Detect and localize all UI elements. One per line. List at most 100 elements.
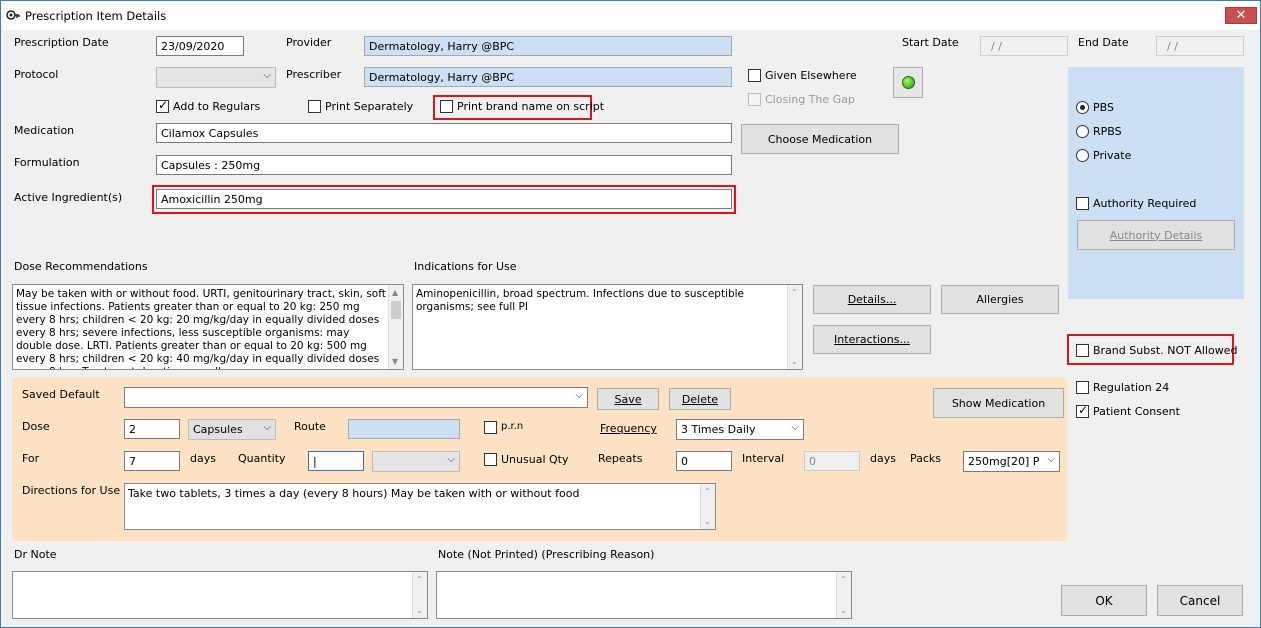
pbs-radio[interactable] <box>1076 101 1089 114</box>
authority-details-button[interactable]: Authority Details <box>1077 220 1235 250</box>
formulation-field[interactable]: Capsules : 250mg <box>156 155 732 175</box>
add-to-regulars-label: Add to Regulars <box>173 100 261 113</box>
scroll-thumb[interactable] <box>391 301 401 319</box>
note-label: Note (Not Printed) (Prescribing Reason) <box>438 548 655 561</box>
quantity-unit-dropdown[interactable]: ⌵ <box>372 451 460 472</box>
dose-field[interactable]: 2 <box>124 419 180 439</box>
quantity-field[interactable]: | <box>308 451 364 471</box>
regulation24-checkbox[interactable] <box>1076 381 1089 394</box>
details-button[interactable]: Details... <box>813 285 931 314</box>
indications-content: Aminopenicillin, broad spectrum. Infecti… <box>416 288 745 313</box>
scrollbar[interactable]: ⌃ ⌄ <box>412 572 427 618</box>
cancel-button[interactable]: Cancel <box>1157 585 1243 616</box>
print-brand-name-checkbox[interactable] <box>440 100 453 113</box>
unusual-qty-checkbox[interactable] <box>484 453 497 466</box>
rpbs-radio[interactable] <box>1076 125 1089 138</box>
chevron-down-icon: ⌵ <box>791 422 799 433</box>
protocol-dropdown[interactable]: ⌵ <box>156 67 276 88</box>
given-elsewhere-checkbox[interactable] <box>748 69 761 82</box>
window-title: Prescription Item Details <box>25 9 167 23</box>
prescriber-label: Prescriber <box>286 68 342 81</box>
interactions-button[interactable]: Interactions... <box>813 325 931 354</box>
packs-dropdown[interactable]: 250mg[20] P ⌵ <box>963 451 1060 472</box>
scroll-down-icon[interactable]: ⌄ <box>704 515 711 528</box>
closing-gap-checkbox[interactable] <box>748 93 761 106</box>
dose-label: Dose <box>22 420 50 433</box>
print-separately-label: Print Separately <box>325 100 414 113</box>
medication-label: Medication <box>14 124 75 137</box>
indications-text[interactable]: Aminopenicillin, broad spectrum. Infecti… <box>412 284 803 370</box>
dose-unit-dropdown[interactable]: Capsules ⌵ <box>188 419 276 440</box>
save-button[interactable]: Save <box>597 388 659 410</box>
repeats-field[interactable]: 0 <box>676 451 732 471</box>
private-radio[interactable] <box>1076 149 1089 162</box>
days-label: days <box>190 452 216 465</box>
prescription-date-field[interactable]: 23/09/2020 <box>156 36 244 56</box>
for-field[interactable]: 7 <box>124 451 180 471</box>
active-ingredients-field[interactable]: Amoxicillin 250mg <box>156 189 732 209</box>
start-date-label: Start Date <box>902 36 959 49</box>
active-ingredients-label: Active Ingredient(s) <box>14 191 123 204</box>
directions-content: Take two tablets, 3 times a day (every 8… <box>128 487 580 500</box>
prescriber-field[interactable]: Dermatology, Harry @BPC <box>364 67 732 87</box>
scroll-up-icon[interactable]: ▲ <box>392 286 398 299</box>
prescription-dialog: Prescription Item Details ✕ Prescription… <box>0 0 1261 628</box>
delete-button[interactable]: Delete <box>669 388 731 410</box>
patient-consent-checkbox[interactable]: ✓ <box>1076 403 1089 418</box>
scrollbar[interactable]: ⌃ ⌄ <box>836 572 851 618</box>
end-date-field[interactable]: / / <box>1156 36 1244 56</box>
indications-label: Indications for Use <box>414 260 517 273</box>
title-bar: Prescription Item Details ✕ <box>1 1 1260 30</box>
regulation24-label: Regulation 24 <box>1093 381 1170 394</box>
chevron-down-icon: ⌵ <box>575 390 583 401</box>
scrollbar[interactable]: ▲ ▼ <box>388 285 403 369</box>
interval-label: Interval <box>742 452 785 465</box>
dose-recommendations-content: May be taken with or without food. URTI,… <box>16 288 386 369</box>
unusual-qty-label: Unusual Qty <box>501 453 569 466</box>
scrollbar[interactable]: ⌃ ⌄ <box>700 484 715 529</box>
frequency-value: 3 Times Daily <box>681 423 756 436</box>
medication-field[interactable]: Cilamox Capsules <box>156 123 732 143</box>
saved-default-dropdown[interactable]: ⌵ <box>124 387 588 408</box>
protocol-label: Protocol <box>14 68 59 81</box>
scroll-up-icon[interactable]: ⌃ <box>704 485 711 498</box>
dose-recommendations-label: Dose Recommendations <box>14 260 148 273</box>
interval-field[interactable]: 0 <box>804 451 860 471</box>
scroll-down-icon[interactable]: ⌄ <box>416 604 423 617</box>
start-date-field[interactable]: / / <box>980 36 1068 56</box>
info-button[interactable] <box>893 67 923 98</box>
dose-recommendations-text[interactable]: May be taken with or without food. URTI,… <box>12 284 404 370</box>
provider-field[interactable]: Dermatology, Harry @BPC <box>364 36 732 56</box>
choose-medication-button[interactable]: Choose Medication <box>741 124 899 154</box>
note-field[interactable]: ⌃ ⌄ <box>436 571 852 619</box>
scroll-up-icon[interactable]: ⌃ <box>416 573 423 586</box>
prescription-date-label: Prescription Date <box>14 36 109 49</box>
prn-checkbox[interactable] <box>484 421 497 434</box>
dr-note-label: Dr Note <box>14 548 57 561</box>
show-medication-button[interactable]: Show Medication <box>933 388 1064 418</box>
frequency-dropdown[interactable]: 3 Times Daily ⌵ <box>676 419 804 440</box>
scroll-down-icon[interactable]: ▼ <box>392 355 398 368</box>
packs-label: Packs <box>910 452 942 465</box>
scroll-up-icon[interactable]: ⌃ <box>791 286 798 299</box>
provider-label: Provider <box>286 36 332 49</box>
brand-subst-checkbox[interactable] <box>1076 344 1089 357</box>
saved-default-label: Saved Default <box>22 388 100 401</box>
scroll-down-icon[interactable]: ⌄ <box>791 355 798 368</box>
directions-field[interactable]: Take two tablets, 3 times a day (every 8… <box>124 483 716 530</box>
checkmark-icon: ✓ <box>1078 403 1089 417</box>
scroll-down-icon[interactable]: ⌄ <box>840 604 847 617</box>
allergies-button[interactable]: Allergies <box>941 285 1059 314</box>
chevron-down-icon: ⌵ <box>1047 454 1055 465</box>
dr-note-field[interactable]: ⌃ ⌄ <box>12 571 428 619</box>
add-to-regulars-checkbox[interactable]: ✓ <box>156 98 169 113</box>
authority-required-checkbox[interactable] <box>1076 197 1089 210</box>
ok-button[interactable]: OK <box>1061 585 1147 616</box>
print-separately-checkbox[interactable] <box>308 100 321 113</box>
scroll-up-icon[interactable]: ⌃ <box>840 573 847 586</box>
close-button[interactable]: ✕ <box>1225 7 1257 24</box>
route-label: Route <box>294 420 326 433</box>
route-field[interactable] <box>348 419 460 439</box>
for-label: For <box>22 452 40 465</box>
scrollbar[interactable]: ⌃ ⌄ <box>787 285 802 369</box>
